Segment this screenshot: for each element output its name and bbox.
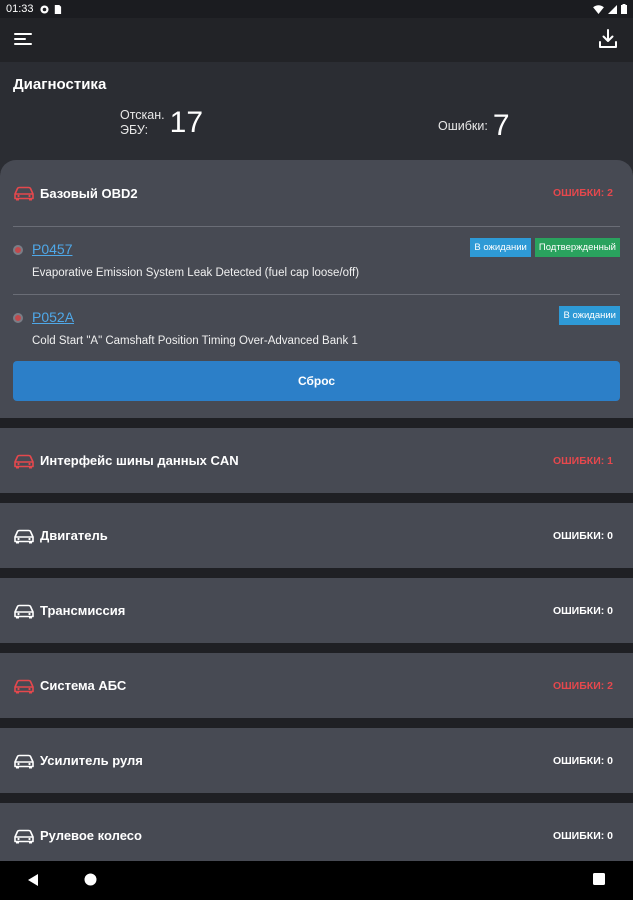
module-card-can[interactable]: Интерфейс шины данных CAN ОШИБКИ: 1 [0, 428, 633, 493]
module-card-obd2: Базовый OBD2 ОШИБКИ: 2 P0457 В ожидании … [0, 160, 633, 418]
module-error-count: ОШИБКИ: 1 [552, 454, 613, 467]
module-name: Двигатель [40, 528, 108, 543]
module-card-steering-wheel[interactable]: Рулевое колесо ОШИБКИ: 0 [0, 803, 633, 861]
module-header[interactable]: Двигатель ОШИБКИ: 0 [0, 503, 633, 568]
sim-card-icon [54, 4, 61, 14]
home-icon[interactable] [84, 873, 97, 886]
notification-icon [39, 4, 49, 14]
battery-icon [621, 4, 627, 14]
module-header[interactable]: Рулевое колесо ОШИБКИ: 0 [0, 803, 633, 868]
car-icon [14, 604, 34, 618]
diagnostics-header: Диагностика Отскан. ЭБУ: 17 Ошибки: 7 [0, 62, 633, 172]
errors-stat: Ошибки: 7 [438, 109, 510, 143]
app-bar [0, 18, 633, 62]
module-header[interactable]: Интерфейс шины данных CAN ОШИБКИ: 1 [0, 428, 633, 493]
status-badge-pending: В ожидании [559, 306, 620, 325]
wifi-icon [593, 4, 604, 14]
dtc-code-link[interactable]: P0457 [32, 241, 72, 257]
module-name: Рулевое колесо [40, 828, 142, 843]
module-header[interactable]: Базовый OBD2 ОШИБКИ: 2 [0, 160, 633, 226]
recents-icon[interactable] [593, 873, 605, 885]
car-icon [14, 679, 34, 693]
back-icon[interactable] [27, 873, 39, 887]
car-icon [14, 454, 34, 468]
dtc-code-link[interactable]: P052A [32, 309, 74, 325]
module-error-count: ОШИБКИ: 2 [552, 679, 613, 692]
dtc-status-dot [13, 245, 23, 255]
status-bar: 01:33 [0, 0, 633, 18]
page-title: Диагностика [13, 76, 107, 93]
scanned-ecu-stat: Отскан. ЭБУ: 17 [120, 106, 203, 140]
module-header[interactable]: Усилитель руля ОШИБКИ: 0 [0, 728, 633, 793]
signal-icon [608, 4, 617, 14]
scanned-count: 17 [169, 106, 204, 139]
scanned-label-line2: ЭБУ: [120, 123, 149, 137]
car-icon [14, 529, 34, 543]
module-error-count: ОШИБКИ: 0 [552, 829, 613, 842]
errors-label: Ошибки: [438, 118, 488, 133]
dtc-description: Cold Start "A" Camshaft Position Timing … [32, 335, 358, 347]
module-name: Базовый OBD2 [40, 185, 138, 201]
dtc-description: Evaporative Emission System Leak Detecte… [32, 267, 360, 279]
module-error-count: ОШИБКИ: 0 [552, 529, 613, 542]
module-name: Трансмиссия [40, 603, 126, 618]
status-badge-pending: В ожидании [470, 238, 531, 257]
module-header[interactable]: Система АБС ОШИБКИ: 2 [0, 653, 633, 718]
system-nav-bar [0, 861, 633, 900]
module-card-engine[interactable]: Двигатель ОШИБКИ: 0 [0, 503, 633, 568]
module-error-count: ОШИБКИ: 2 [552, 187, 613, 199]
errors-count: 7 [492, 109, 510, 142]
car-icon [14, 829, 34, 843]
module-header[interactable]: Трансмиссия ОШИБКИ: 0 [0, 578, 633, 643]
divider [13, 226, 620, 227]
scanned-label-line1: Отскан. [120, 108, 165, 122]
menu-button[interactable] [14, 30, 36, 50]
car-icon [14, 186, 34, 201]
status-time: 01:33 [6, 3, 34, 15]
module-card-abs[interactable]: Система АБС ОШИБКИ: 2 [0, 653, 633, 718]
module-card-power-steering[interactable]: Усилитель руля ОШИБКИ: 0 [0, 728, 633, 793]
dtc-status-dot [13, 313, 23, 323]
car-icon [14, 754, 34, 768]
module-card-transmission[interactable]: Трансмиссия ОШИБКИ: 0 [0, 578, 633, 643]
module-error-count: ОШИБКИ: 0 [552, 604, 613, 617]
module-name: Интерфейс шины данных CAN [40, 453, 239, 468]
status-badge-confirmed: Подтвержденный [534, 238, 620, 257]
download-icon[interactable] [597, 28, 619, 50]
module-name: Система АБС [40, 678, 127, 693]
menu-icon [14, 33, 32, 35]
module-error-count: ОШИБКИ: 0 [552, 754, 613, 767]
module-name: Усилитель руля [40, 753, 143, 768]
divider [13, 294, 620, 295]
reset-button[interactable]: Сброс [13, 361, 620, 401]
